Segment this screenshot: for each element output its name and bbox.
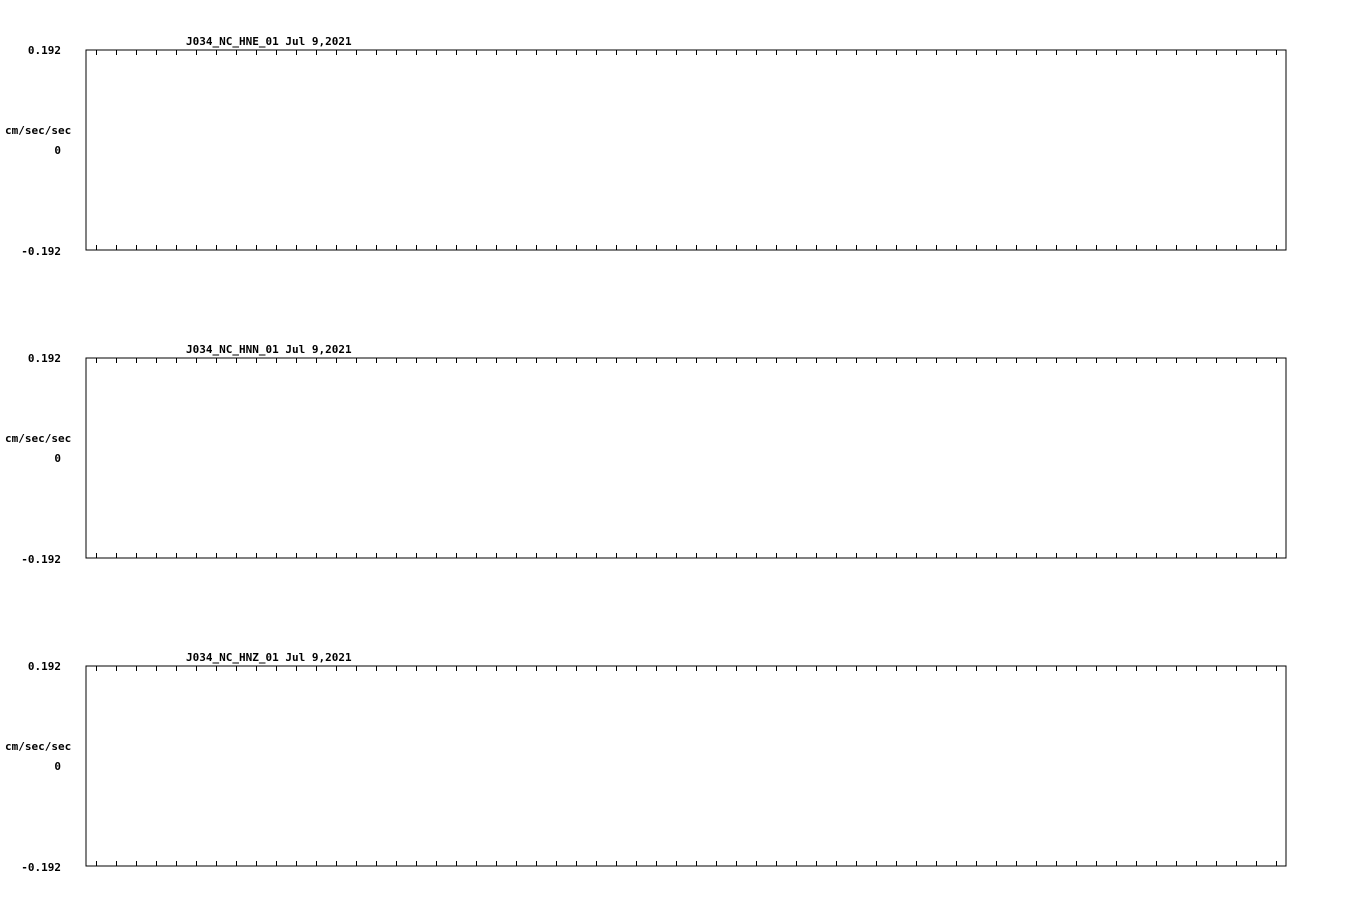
y-axis-label: cm/sec/sec: [5, 124, 71, 137]
y-tick-label: 0.192: [28, 44, 61, 57]
chart-panel-1: J034_NC_HNE_01 Jul 9,2021 0.192 0 -0.192 cm/…: [5, 35, 1287, 258]
y-tick-label: -0.192: [21, 553, 61, 566]
plot-frame: [85, 357, 1287, 559]
y-axis-label: cm/sec/sec: [5, 740, 71, 753]
y-tick-label: 0: [54, 452, 61, 465]
chart-title: J034_NC_HNZ_01 Jul 9,2021: [186, 651, 352, 664]
chart-title: J034_NC_HNN_01 Jul 9,2021: [186, 343, 352, 356]
y-axis-label: cm/sec/sec: [5, 432, 71, 445]
plot-frame: [85, 49, 1287, 251]
plot-frame: [85, 665, 1287, 867]
chart-panel-3: J034_NC_HNZ_01 Jul 9,2021 0.192 0 -0.192 cm/…: [5, 651, 1287, 874]
y-tick-label: 0.192: [28, 352, 61, 365]
seismogram-chart: J034_NC_HNE_01 Jul 9,2021 0.192 0 -0.192 cm/…: [5, 35, 1287, 874]
y-tick-label: 0: [54, 144, 61, 157]
chart-panel-2: J034_NC_HNN_01 Jul 9,2021 0.192 0 -0.192 cm/…: [5, 343, 1287, 566]
y-tick-label: -0.192: [21, 245, 61, 258]
y-tick-label: 0: [54, 760, 61, 773]
y-tick-label: -0.192: [21, 861, 61, 874]
chart-title: J034_NC_HNE_01 Jul 9,2021: [186, 35, 352, 48]
y-tick-label: 0.192: [28, 660, 61, 673]
